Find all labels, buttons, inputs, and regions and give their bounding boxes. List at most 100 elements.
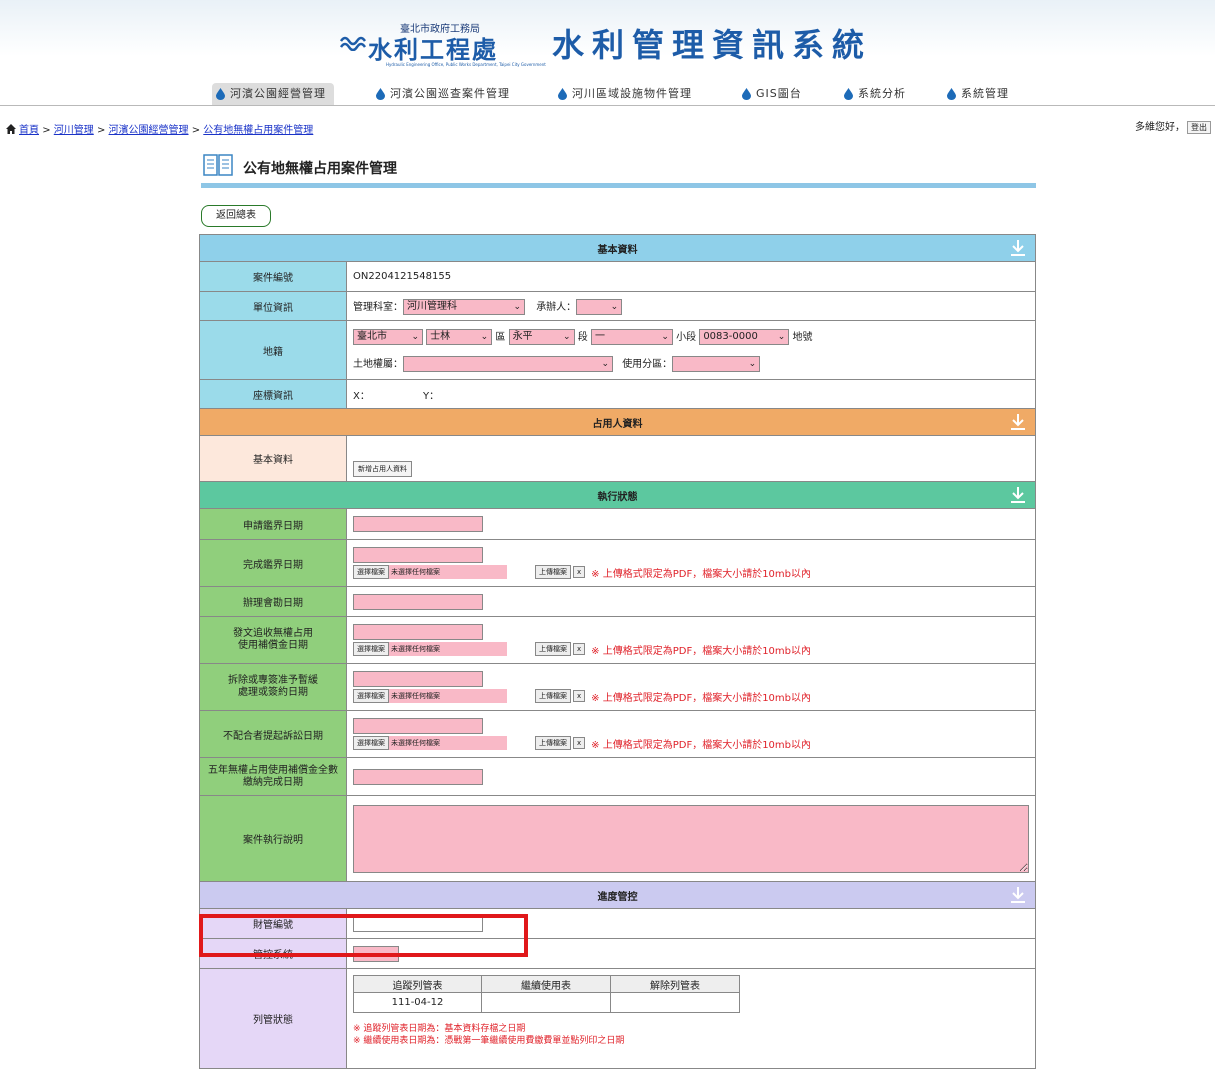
upload-button[interactable]: 上傳檔案 (535, 642, 571, 656)
upload-note: ※ 上傳格式限定為PDF，檔案大小請於10mb以內 (591, 739, 812, 751)
section-basic-header: 基本資料 (199, 234, 1036, 262)
release-date (610, 992, 740, 1013)
land-ownership-select[interactable]: ⌄ (403, 356, 613, 372)
lawsuit-date-input[interactable] (353, 717, 483, 734)
listing-status-table: 追蹤列管表 繼續使用表 解除列管表 111-04-12 (353, 975, 740, 1013)
nav-label: 河川區域設施物件管理 (572, 87, 692, 100)
unit-info-cell: 管理科室： 河川管理科 ⌄ 承辦人： ⌄ (346, 291, 1036, 321)
nav-item-analysis[interactable]: 系統分析 (840, 83, 906, 105)
department-select[interactable]: 河川管理科 ⌄ (403, 298, 525, 315)
breadcrumb-park[interactable]: 河濱公園經營管理 (109, 125, 189, 136)
water-drop-icon (376, 88, 385, 100)
demolition-date-label: 拆除或專簽准予暫緩 處理或簽約日期 (199, 663, 347, 711)
user-greeting: 多維您好， 登出 (1135, 118, 1211, 134)
breadcrumb: 首頁 > 河川管理 > 河濱公園經營管理 > 公有地無權占用案件管理 (6, 121, 313, 136)
coord-y: Y： (423, 390, 440, 402)
nav-item-gis[interactable]: GIS圖台 (738, 83, 802, 105)
breadcrumb-home[interactable]: 首頁 (19, 125, 39, 136)
upload-note: ※ 上傳格式限定為PDF，檔案大小請於10mb以內 (591, 568, 812, 580)
page-title: 公有地無權占用案件管理 (243, 161, 397, 177)
collapse-download-icon[interactable] (1011, 887, 1025, 903)
listing-status-label: 列管狀態 (199, 968, 347, 1069)
nav-item-system-admin[interactable]: 系統管理 (943, 83, 1009, 105)
nav-label: 河濱公園巡查案件管理 (390, 87, 510, 100)
coord-x: X： (353, 390, 370, 402)
col-tracking: 追蹤列管表 (353, 975, 482, 993)
section-progress-header: 進度管控 (199, 881, 1036, 909)
survey-complete-date-label: 完成鑑界日期 (199, 539, 347, 587)
nav-item-river-facilities[interactable]: 河川區域設施物件管理 (554, 83, 692, 105)
add-occupant-button[interactable]: 新增占用人資料 (353, 460, 412, 477)
breadcrumb-current[interactable]: 公有地無權占用案件管理 (203, 125, 313, 136)
unit-info-label: 單位資訊 (199, 291, 347, 321)
continue-use-date (481, 992, 611, 1013)
system-title: 水利管理資訊系統 (552, 26, 873, 64)
upload-button[interactable]: 上傳檔案 (535, 736, 571, 750)
full-payment-date-label: 五年無權占用使用補償金全數 繳納完成日期 (199, 757, 347, 796)
site-visit-date-label: 辦理會勘日期 (199, 586, 347, 617)
survey-apply-date-label: 申請鑑界日期 (199, 508, 347, 540)
collapse-download-icon[interactable] (1011, 414, 1025, 430)
upload-button[interactable]: 上傳檔案 (535, 565, 571, 579)
remove-file-button[interactable]: x (573, 690, 586, 702)
tracking-date: 111-04-12 (353, 992, 482, 1013)
water-drop-icon (844, 88, 853, 100)
survey-complete-date-input[interactable] (353, 546, 483, 563)
file-name: 未選擇任何檔案 (389, 689, 507, 703)
choose-file-button[interactable]: 選擇檔案 (353, 736, 389, 750)
upload-button[interactable]: 上傳檔案 (535, 689, 571, 703)
case-number-value: ON2204121548155 (346, 261, 1036, 292)
page-heading: 公有地無權占用案件管理 (201, 150, 1036, 188)
subsection-select[interactable]: 一 ⌄ (590, 329, 673, 345)
title-divider (201, 183, 1036, 188)
remove-file-button[interactable]: x (573, 566, 586, 578)
remove-file-button[interactable]: x (573, 737, 586, 749)
upload-note: ※ 上傳格式限定為PDF，檔案大小請於10mb以內 (591, 645, 812, 657)
nav-label: GIS圖台 (756, 87, 802, 100)
nav-label: 系統管理 (961, 87, 1009, 100)
land-label: 地籍 (199, 320, 347, 380)
collapse-download-icon[interactable] (1011, 240, 1025, 256)
section-occupant-header: 占用人資料 (199, 408, 1036, 436)
breadcrumb-river[interactable]: 河川管理 (54, 125, 94, 136)
nav-item-patrol-cases[interactable]: 河濱公園巡查案件管理 (372, 83, 510, 105)
lawsuit-date-label: 不配合者提起訴訟日期 (199, 710, 347, 758)
compensation-notice-date-label: 發文追收無權占用 使用補償金日期 (199, 616, 347, 664)
compensation-notice-date-input[interactable] (353, 623, 483, 640)
handler-select[interactable]: ⌄ (576, 298, 623, 315)
land-cell: 臺北市 ⌄ 士林 ⌄ 區 永平 ⌄ 段 一 ⌄ 小段 0083-0000 ⌄ 地號 土地權… (346, 320, 1036, 380)
district-select[interactable]: 士林 ⌄ (426, 329, 493, 345)
city-select[interactable]: 臺北市 ⌄ (353, 329, 423, 345)
execution-notes-textarea[interactable] (353, 804, 1029, 873)
full-payment-date-input[interactable] (353, 768, 483, 785)
zoning-select[interactable]: ⌄ (672, 356, 761, 372)
survey-apply-date-input[interactable] (353, 516, 483, 532)
coordinate-label: 座標資訊 (199, 379, 347, 409)
site-header: 臺北市政府工務局 水利工程處 Hydraulic Engineering Off… (0, 0, 1215, 80)
nav-item-park-management[interactable]: 河濱公園經營管理 (212, 83, 334, 105)
water-drop-icon (947, 88, 956, 100)
file-name: 未選擇任何檔案 (389, 642, 507, 656)
choose-file-button[interactable]: 選擇檔案 (353, 642, 389, 656)
lot-select[interactable]: 0083-0000 ⌄ (699, 329, 790, 345)
site-visit-date-input[interactable] (353, 593, 483, 610)
waves-logo-icon (340, 36, 367, 51)
home-icon (6, 124, 16, 134)
choose-file-button[interactable]: 選擇檔案 (353, 689, 389, 703)
back-to-list-button[interactable]: 返回總表 (201, 205, 271, 227)
water-drop-icon (742, 88, 751, 100)
book-icon (203, 154, 233, 176)
choose-file-button[interactable]: 選擇檔案 (353, 565, 389, 579)
logout-button[interactable]: 登出 (1187, 121, 1211, 134)
nav-label: 河濱公園經營管理 (230, 87, 326, 100)
section-select[interactable]: 永平 ⌄ (508, 329, 575, 345)
listing-note-2: ※ 繼續使用表日期為：憑戰第一筆繼續使用費繳費單並點列印之日期 (353, 1036, 625, 1046)
col-continue-use: 繼續使用表 (481, 975, 611, 993)
nav-label: 系統分析 (858, 87, 906, 100)
demolition-date-input[interactable] (353, 670, 483, 687)
col-release: 解除列管表 (610, 975, 740, 993)
collapse-download-icon[interactable] (1011, 487, 1025, 503)
occupant-cell: 新增占用人資料 (346, 435, 1036, 482)
file-name: 未選擇任何檔案 (389, 565, 507, 579)
remove-file-button[interactable]: x (573, 643, 586, 655)
